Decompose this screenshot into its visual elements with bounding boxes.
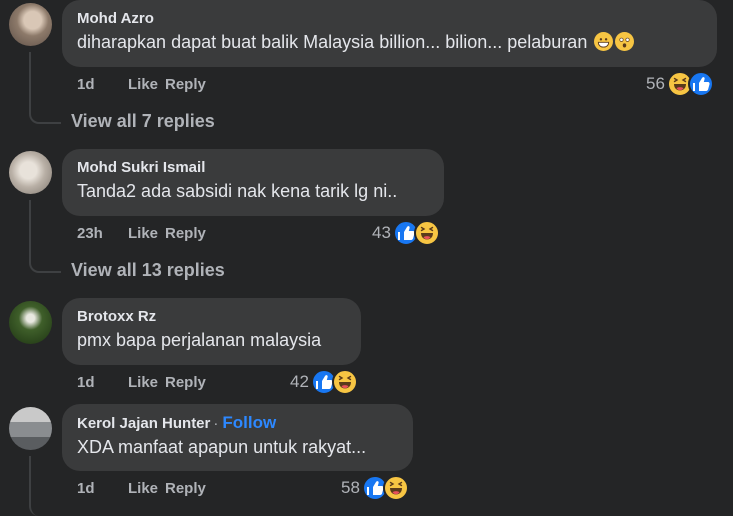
thread-connector — [29, 456, 61, 516]
reactions-count: 56 — [646, 74, 665, 93]
comment-text: pmx bapa perjalanan malaysia — [77, 330, 322, 350]
view-replies-link[interactable]: View all 13 replies — [71, 260, 225, 281]
comment-actions: 1d Like Reply — [77, 374, 206, 391]
comment-bubble: Mohd Azro diharapkan dapat buat balik Ma… — [62, 0, 717, 67]
comment-bubble: Brotoxx Rz pmx bapa perjalanan malaysia — [62, 298, 361, 365]
comment-actions: 1d Like Reply — [77, 480, 206, 497]
haha-icon — [382, 475, 409, 501]
like-button[interactable]: Like — [128, 374, 165, 391]
comment-author[interactable]: Kerol Jajan Hunter — [77, 415, 210, 432]
comment-timestamp[interactable]: 1d — [77, 480, 114, 497]
reply-button[interactable]: Reply — [165, 374, 206, 391]
separator-dot: · — [213, 415, 219, 432]
haha-icon — [331, 369, 358, 395]
comment-text-body: diharapkan dapat buat balik Malaysia bil… — [77, 32, 588, 52]
like-icon — [687, 71, 714, 97]
comment-bubble: Kerol Jajan Hunter · Follow XDA manfaat ap… — [62, 404, 413, 471]
like-button[interactable]: Like — [128, 225, 165, 242]
reactions-count: 58 — [341, 478, 360, 497]
avatar[interactable] — [9, 301, 52, 344]
comment-timestamp[interactable]: 1d — [77, 76, 114, 93]
comment-author[interactable]: Mohd Azro — [77, 9, 702, 28]
view-replies-link[interactable]: View all 7 replies — [71, 111, 215, 132]
follow-button[interactable]: Follow — [222, 413, 276, 432]
thread-connector — [29, 52, 61, 124]
like-button[interactable]: Like — [128, 480, 165, 497]
comment-text: diharapkan dapat buat balik Malaysia bil… — [77, 30, 702, 54]
avatar[interactable] — [9, 3, 52, 46]
grinning-emoji-icon — [594, 32, 614, 51]
reactions-count: 42 — [290, 372, 309, 391]
comment-bubble: Mohd Sukri Ismail Tanda2 ada sabsidi nak… — [62, 149, 444, 216]
reply-button[interactable]: Reply — [165, 76, 206, 93]
reactions-summary[interactable]: 43 — [372, 220, 440, 246]
avatar[interactable] — [9, 151, 52, 194]
comment-author-line: Kerol Jajan Hunter · Follow — [77, 413, 398, 433]
comment-text: XDA manfaat apapun untuk rakyat... — [77, 437, 367, 457]
reactions-summary[interactable]: 42 — [290, 369, 358, 395]
haha-icon — [413, 220, 440, 246]
reply-button[interactable]: Reply — [165, 225, 206, 242]
comment-timestamp[interactable]: 23h — [77, 225, 114, 242]
reactions-summary[interactable]: 58 — [341, 475, 409, 501]
avatar[interactable] — [9, 407, 52, 450]
comment-text: Tanda2 ada sabsidi nak kena tarik lg ni.… — [77, 181, 398, 201]
reply-button[interactable]: Reply — [165, 480, 206, 497]
thread-connector — [29, 200, 61, 273]
comment-author[interactable]: Brotoxx Rz — [77, 307, 346, 326]
reactions-count: 43 — [372, 223, 391, 242]
reactions-summary[interactable]: 56 — [646, 71, 714, 97]
comment-actions: 23h Like Reply — [77, 225, 206, 242]
comment-timestamp[interactable]: 1d — [77, 374, 114, 391]
like-button[interactable]: Like — [128, 76, 165, 93]
astonished-emoji-icon — [615, 32, 635, 51]
comment-author[interactable]: Mohd Sukri Ismail — [77, 158, 429, 177]
comment-actions: 1d Like Reply — [77, 76, 206, 93]
